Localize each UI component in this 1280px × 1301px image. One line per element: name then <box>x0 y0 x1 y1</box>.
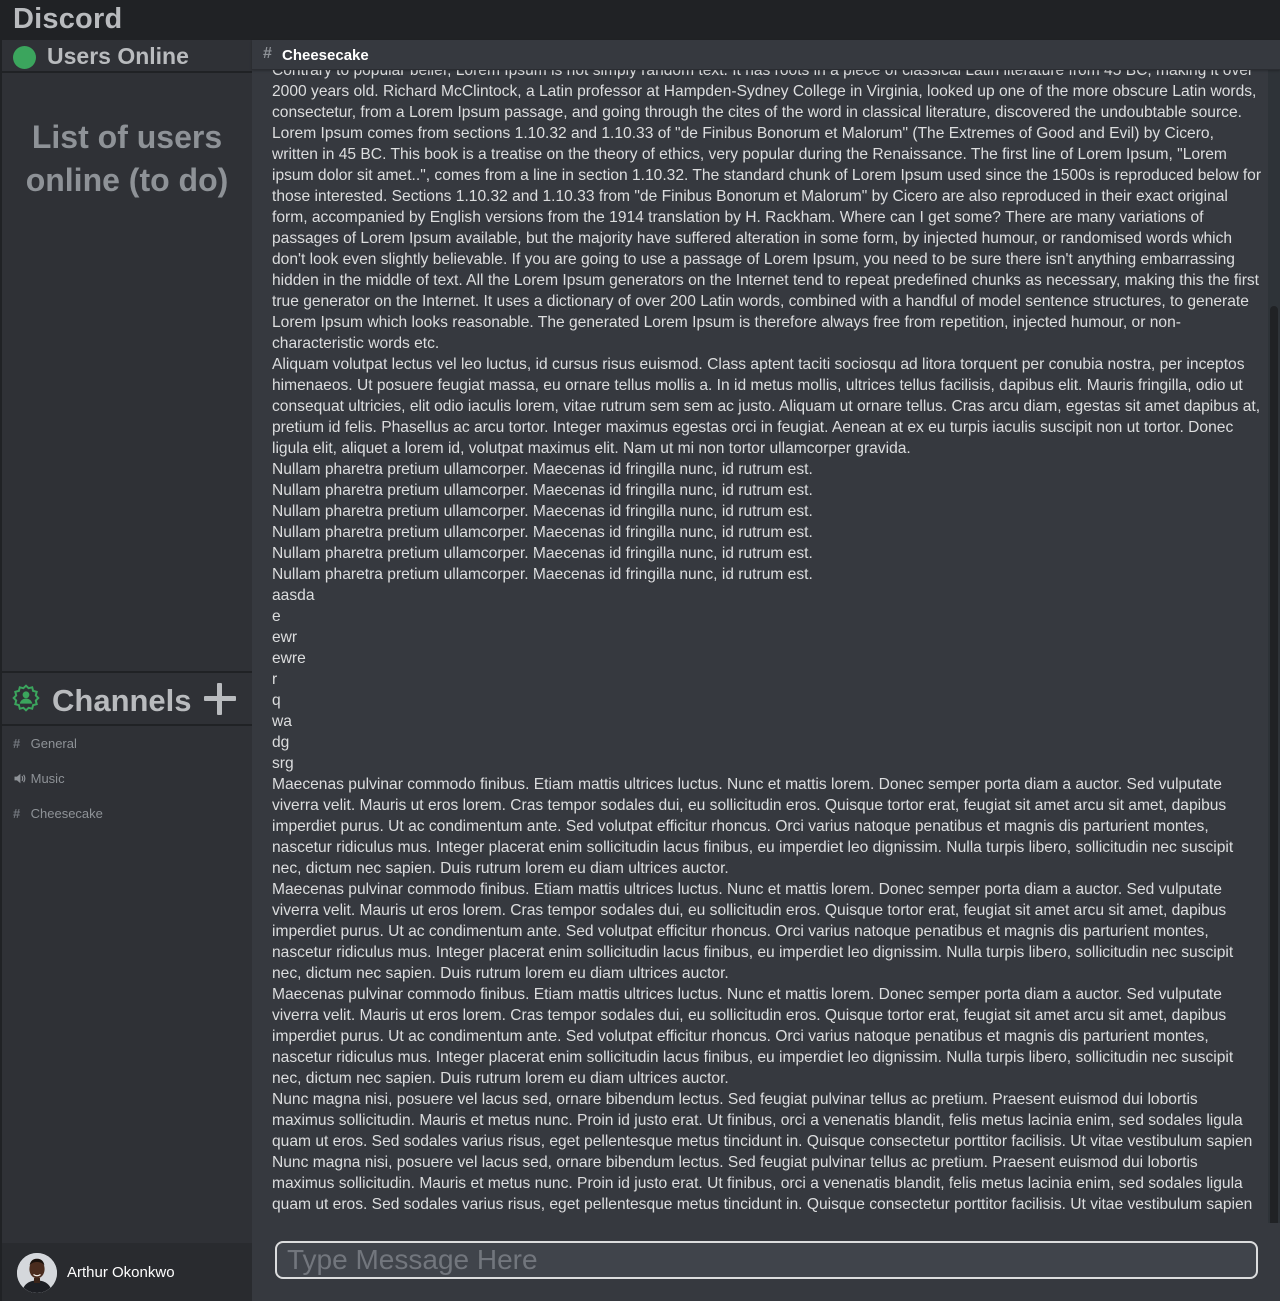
avatar-image <box>17 1253 57 1293</box>
message: e <box>272 608 281 625</box>
message: dg <box>272 734 290 751</box>
message-stack: Contrary to popular belief, Lorem Ipsum … <box>272 61 1262 1215</box>
message-composer <box>252 1223 1280 1301</box>
message: Maecenas pulvinar commodo finibus. Etiam… <box>272 881 1234 982</box>
message: r <box>272 671 278 688</box>
message: Nunc magna nisi, posuere vel lacus sed, … <box>272 1154 1253 1213</box>
users-online-header: Users Online <box>2 40 252 73</box>
message: srg <box>272 755 294 772</box>
sidebar: Users Online List of users online (to do… <box>2 40 252 1301</box>
channels-header: Channels <box>2 671 252 726</box>
hash-icon: # <box>263 45 272 62</box>
channel-label: General <box>30 736 77 751</box>
add-channel-button[interactable] <box>204 683 236 715</box>
message: Maecenas pulvinar commodo finibus. Etiam… <box>272 776 1234 877</box>
message: Maecenas pulvinar commodo finibus. Etiam… <box>272 986 1234 1087</box>
message: Contrary to popular belief, Lorem Ipsum … <box>272 62 1262 352</box>
online-status-icon <box>13 46 36 69</box>
username: Arthur Okonkwo <box>67 1264 175 1281</box>
user-panel: Arthur Okonkwo <box>2 1243 252 1301</box>
channel-label: Cheesecake <box>30 806 103 821</box>
channels-title: Channels <box>52 683 192 718</box>
message: wa <box>272 713 292 730</box>
speaker-icon <box>14 773 26 784</box>
channel-header: # Cheesecake <box>252 40 1280 70</box>
hash-icon: # <box>13 736 21 751</box>
users-list-placeholder: List of users online (to do) <box>25 119 229 198</box>
app-title: Discord <box>13 3 123 35</box>
message: ewr <box>272 629 298 646</box>
message: Nullam pharetra pretium ullamcorper. Mae… <box>272 503 813 520</box>
scrollbar-thumb[interactable] <box>1270 306 1278 1234</box>
message: ewre <box>272 650 306 667</box>
message-list[interactable]: Contrary to popular belief, Lorem Ipsum … <box>252 61 1268 1223</box>
message-input[interactable] <box>275 1241 1258 1279</box>
message: q <box>272 692 281 709</box>
hash-icon: # <box>13 806 21 821</box>
channel-list: # General Music # Cheesecake <box>2 728 252 833</box>
channel-label: Music <box>30 771 65 786</box>
channel-item-music[interactable]: Music <box>2 763 252 798</box>
message: Nullam pharetra pretium ullamcorper. Mae… <box>272 566 813 583</box>
channel-item-general[interactable]: # General <box>2 728 252 763</box>
title-bar: Discord <box>0 0 1280 40</box>
message: Aliquam volutpat lectus vel leo luctus, … <box>272 356 1261 457</box>
current-channel-name: Cheesecake <box>282 47 369 64</box>
message: aasda <box>272 587 315 604</box>
channel-item-cheesecake[interactable]: # Cheesecake <box>2 798 252 833</box>
user-circle-icon <box>12 684 40 712</box>
message: Nullam pharetra pretium ullamcorper. Mae… <box>272 461 813 478</box>
message: Nullam pharetra pretium ullamcorper. Mae… <box>272 524 813 541</box>
users-online-title: Users Online <box>47 43 189 69</box>
message: Nunc magna nisi, posuere vel lacus sed, … <box>272 1091 1253 1150</box>
message: Nullam pharetra pretium ullamcorper. Mae… <box>272 482 813 499</box>
avatar[interactable] <box>17 1253 57 1293</box>
message: Nullam pharetra pretium ullamcorper. Mae… <box>272 545 813 562</box>
